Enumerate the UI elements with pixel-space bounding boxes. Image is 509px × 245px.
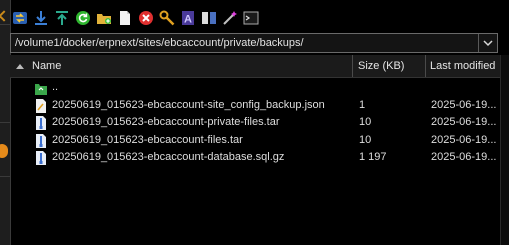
compare-icon[interactable]	[199, 9, 218, 28]
file-name: 20250619_015623-ebcaccount-database.sql.…	[52, 151, 285, 163]
text-editor-icon[interactable]: A	[178, 9, 197, 28]
column-divider[interactable]	[352, 55, 353, 77]
archive-file-icon	[34, 150, 48, 166]
properties-icon[interactable]	[157, 9, 176, 28]
svg-text:A: A	[184, 14, 192, 26]
file-size: 10	[359, 133, 372, 146]
archive-file-icon	[34, 115, 48, 131]
column-name[interactable]: Name	[10, 55, 352, 77]
parent-folder-icon	[34, 80, 48, 96]
terminal-icon[interactable]	[241, 9, 260, 28]
file-name: 20250619_015623-ebcaccount-private-files…	[52, 116, 280, 128]
chevron-down-icon	[483, 40, 493, 47]
list-item[interactable]: 20250619_015623-ebcaccount-files.tar 10 …	[10, 132, 500, 150]
list-item[interactable]: 20250619_015623-ebcaccount-private-files…	[10, 114, 500, 132]
path-history-dropdown[interactable]	[478, 34, 497, 52]
json-file-icon	[34, 98, 48, 114]
collapse-chevron-icon[interactable]	[0, 10, 10, 22]
column-modified-label: Last modified	[430, 60, 496, 72]
connect-icon[interactable]	[10, 9, 29, 28]
file-name: ..	[52, 81, 59, 93]
magic-wand-icon[interactable]	[220, 9, 239, 28]
file-list: .. 20250619_015623-ebcaccount-site_confi…	[10, 79, 500, 167]
sort-ascending-icon	[16, 63, 24, 69]
column-divider[interactable]	[425, 55, 426, 77]
file-panel: A Name Size (KB) Last modified	[0, 0, 509, 245]
file-modified: 2025-06-19...	[431, 116, 497, 128]
toolbar: A	[10, 6, 260, 30]
column-name-label: Name	[32, 60, 62, 72]
file-name: 20250619_015623-ebcaccount-site_config_b…	[52, 98, 325, 111]
archive-file-icon	[34, 133, 48, 149]
status-indicator-icon	[0, 144, 8, 158]
file-modified: 2025-06-19...	[431, 151, 497, 163]
vertical-scrollbar[interactable]	[500, 55, 509, 245]
download-icon[interactable]	[31, 9, 50, 28]
list-item[interactable]: ..	[10, 79, 500, 97]
file-size: 1 197	[359, 151, 387, 163]
divider	[0, 176, 10, 177]
refresh-icon[interactable]	[73, 9, 92, 28]
file-size: 10	[359, 116, 372, 128]
file-modified: 2025-06-19...	[431, 98, 497, 111]
path-field[interactable]	[10, 33, 498, 53]
file-name: 20250619_015623-ebcaccount-files.tar	[52, 133, 243, 146]
list-item[interactable]: 20250619_015623-ebcaccount-database.sql.…	[10, 149, 500, 167]
file-size: 1	[359, 98, 366, 111]
new-file-icon[interactable]	[115, 9, 134, 28]
column-size[interactable]: Size (KB)	[358, 55, 424, 77]
file-modified: 2025-06-19...	[431, 133, 497, 146]
column-modified[interactable]: Last modified	[430, 55, 500, 77]
file-list-header: Name Size (KB) Last modified	[10, 55, 500, 78]
upload-icon[interactable]	[52, 9, 71, 28]
divider	[0, 122, 10, 123]
column-size-label: Size (KB)	[358, 60, 405, 72]
divider	[0, 24, 10, 25]
list-item[interactable]: 20250619_015623-ebcaccount-site_config_b…	[10, 97, 500, 115]
path-input[interactable]	[13, 34, 477, 52]
new-folder-icon[interactable]	[94, 9, 113, 28]
delete-icon[interactable]	[136, 9, 155, 28]
